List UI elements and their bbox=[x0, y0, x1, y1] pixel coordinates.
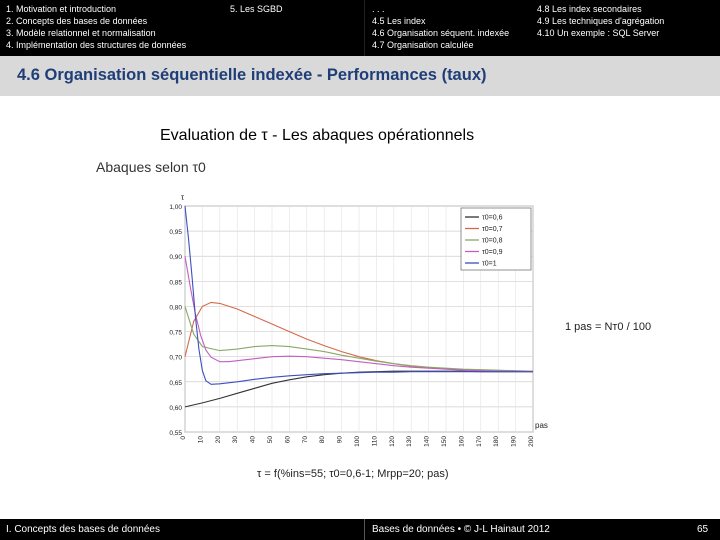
nav-item-implementation[interactable]: 4. Implémentation des structures de donn… bbox=[6, 40, 186, 51]
y-tick-label: 0,95 bbox=[169, 229, 182, 236]
x-tick-label: 0 bbox=[180, 436, 187, 440]
nav-item-sql-server[interactable]: 4.10 Un exemple : SQL Server bbox=[537, 28, 659, 39]
y-tick-label: 0,55 bbox=[169, 430, 182, 437]
abaques-label: Abaques selon τ0 bbox=[96, 159, 206, 175]
x-tick-label: 20 bbox=[215, 436, 222, 444]
formula-caption: τ = f(%ins=55; τ0=0,6-1; Mrpp=20; pas) bbox=[257, 468, 449, 480]
x-tick-label: 130 bbox=[406, 436, 413, 447]
x-tick-label: 90 bbox=[337, 436, 344, 444]
footer-chapter: I. Concepts des bases de données bbox=[6, 524, 160, 535]
x-tick-label: 70 bbox=[302, 436, 309, 444]
legend-entry: τ0=0,7 bbox=[482, 226, 503, 233]
legend-entry: τ0=0,6 bbox=[482, 215, 503, 222]
nav-item-org-sequentielle-indexee[interactable]: 4.6 Organisation séquent. indexée bbox=[372, 28, 509, 39]
y-tick-label: 0,85 bbox=[169, 279, 182, 286]
nav-item-concepts[interactable]: 2. Concepts des bases de données bbox=[6, 16, 147, 27]
side-note-pas: 1 pas = Nᴛ0 / 100 bbox=[565, 321, 652, 333]
y-tick-label: 0,65 bbox=[169, 380, 182, 387]
footer-bar: I. Concepts des bases de données Bases d… bbox=[0, 519, 720, 540]
x-tick-label: 10 bbox=[197, 436, 204, 444]
x-tick-label: 60 bbox=[284, 436, 291, 444]
x-tick-label: 170 bbox=[476, 436, 483, 447]
top-navigation-bar: 1. Motivation et introduction 2. Concept… bbox=[0, 0, 720, 56]
slide-subtitle: Evaluation de τ - Les abaques opérationn… bbox=[160, 127, 475, 144]
nav-item-index-secondaires[interactable]: 4.8 Les index secondaires bbox=[537, 4, 642, 15]
page-number: 65 bbox=[697, 524, 709, 535]
x-tick-label: 150 bbox=[441, 436, 448, 447]
y-tick-label: 0,90 bbox=[169, 254, 182, 261]
y-tick-label: 0,80 bbox=[169, 304, 182, 311]
footer-divider bbox=[364, 519, 365, 540]
nav-item-techniques-agregation[interactable]: 4.9 Les techniques d'agrégation bbox=[537, 16, 664, 27]
nav-item-org-calculee[interactable]: 4.7 Organisation calculée bbox=[372, 40, 474, 51]
x-tick-label: 100 bbox=[354, 436, 361, 447]
x-axis-label: pas bbox=[535, 421, 548, 430]
nav-item-ellipsis: . . . bbox=[372, 4, 385, 14]
y-tick-label: 0,75 bbox=[169, 330, 182, 337]
x-tick-label: 40 bbox=[250, 436, 257, 444]
nav-item-sgbd[interactable]: 5. Les SGBD bbox=[230, 4, 283, 15]
chart-svg: 0,55 0,60 0,65 0,70 0,75 0,80 0,85 0,90 0,95 1,00… bbox=[169, 193, 548, 447]
nav-item-motivation[interactable]: 1. Motivation et introduction bbox=[6, 4, 116, 15]
nav-item-index[interactable]: 4.5 Les index bbox=[372, 16, 426, 27]
footer-course: Bases de données • © J-L Hainaut 2012 bbox=[372, 524, 550, 535]
legend-entry: τ0=1 bbox=[482, 261, 497, 268]
y-tick-label: 0,70 bbox=[169, 355, 182, 362]
x-tick-label: 160 bbox=[458, 436, 465, 447]
x-tick-label: 50 bbox=[267, 436, 274, 444]
legend-entry: τ0=0,8 bbox=[482, 238, 503, 245]
y-axis-label: τ bbox=[181, 193, 185, 202]
y-tick-label: 0,60 bbox=[169, 405, 182, 412]
x-tick-label: 80 bbox=[319, 436, 326, 444]
y-tick-label: 1,00 bbox=[169, 204, 182, 211]
x-tick-label: 200 bbox=[528, 436, 535, 447]
x-tick-label: 30 bbox=[232, 436, 239, 444]
x-tick-label: 140 bbox=[424, 436, 431, 447]
slide-title: 4.6 Organisation séquentielle indexée - … bbox=[17, 66, 487, 84]
x-tick-label: 190 bbox=[511, 436, 518, 447]
nav-divider bbox=[364, 0, 365, 56]
legend-entry: τ0=0,9 bbox=[482, 249, 503, 256]
abaque-chart: 0,55 0,60 0,65 0,70 0,75 0,80 0,85 0,90 0,95 1,00… bbox=[163, 190, 548, 455]
x-tick-label: 110 bbox=[371, 436, 378, 447]
x-tick-label: 180 bbox=[493, 436, 500, 447]
nav-item-modele-relationnel[interactable]: 3. Modèle relationnel et normalisation bbox=[6, 28, 156, 39]
x-tick-label: 120 bbox=[389, 436, 396, 447]
